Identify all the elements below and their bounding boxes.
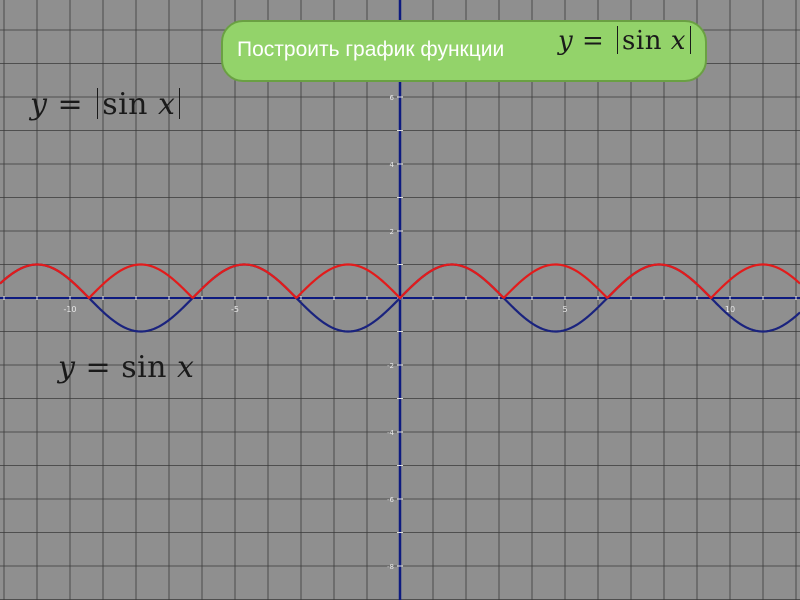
title-formula: y = sin x <box>558 26 695 56</box>
abs-bar-right <box>689 26 691 54</box>
title-formula-arg: x <box>670 26 686 56</box>
x-tick-label: -10 <box>63 305 76 314</box>
sin-label: y = sin x <box>58 350 194 385</box>
abs-bar-right <box>179 87 181 120</box>
abs-sin-label-lhs: y <box>30 87 48 122</box>
chart-frame: -10 -5 5 10 6 4 2 -2 -4 -6 -8 Построить график фун… <box>0 0 800 600</box>
title-formula-eq: = <box>581 26 605 56</box>
y-tick-label: -4 <box>387 429 395 437</box>
y-tick-label: 4 <box>390 161 395 169</box>
abs-bar-left <box>617 26 619 54</box>
abs-sin-label: y = sin x <box>30 87 184 122</box>
abs-sin-label-arg: x <box>158 87 176 122</box>
y-tick-label: 6 <box>390 94 395 102</box>
x-tick-label: 5 <box>562 305 567 314</box>
sin-label-fn: sin <box>121 350 167 385</box>
y-tick-label: 2 <box>390 228 394 236</box>
abs-bar-left <box>97 87 99 120</box>
abs-sin-label-fn: sin <box>102 87 148 122</box>
title-formula-fn: sin <box>622 26 662 56</box>
y-tick-label: -8 <box>387 563 394 571</box>
x-tick-label: -5 <box>231 305 239 314</box>
sin-label-lhs: y <box>58 350 76 385</box>
sin-label-eq: = <box>85 350 112 385</box>
title-banner: Построить график функции y = sin x <box>221 20 707 82</box>
y-tick-label: -6 <box>387 496 395 504</box>
abs-sin-label-eq: = <box>57 87 84 122</box>
title-formula-lhs: y <box>558 26 574 56</box>
title-text: Построить график функции <box>237 38 505 61</box>
sin-label-arg: x <box>177 350 195 385</box>
y-tick-label: -2 <box>387 362 394 370</box>
